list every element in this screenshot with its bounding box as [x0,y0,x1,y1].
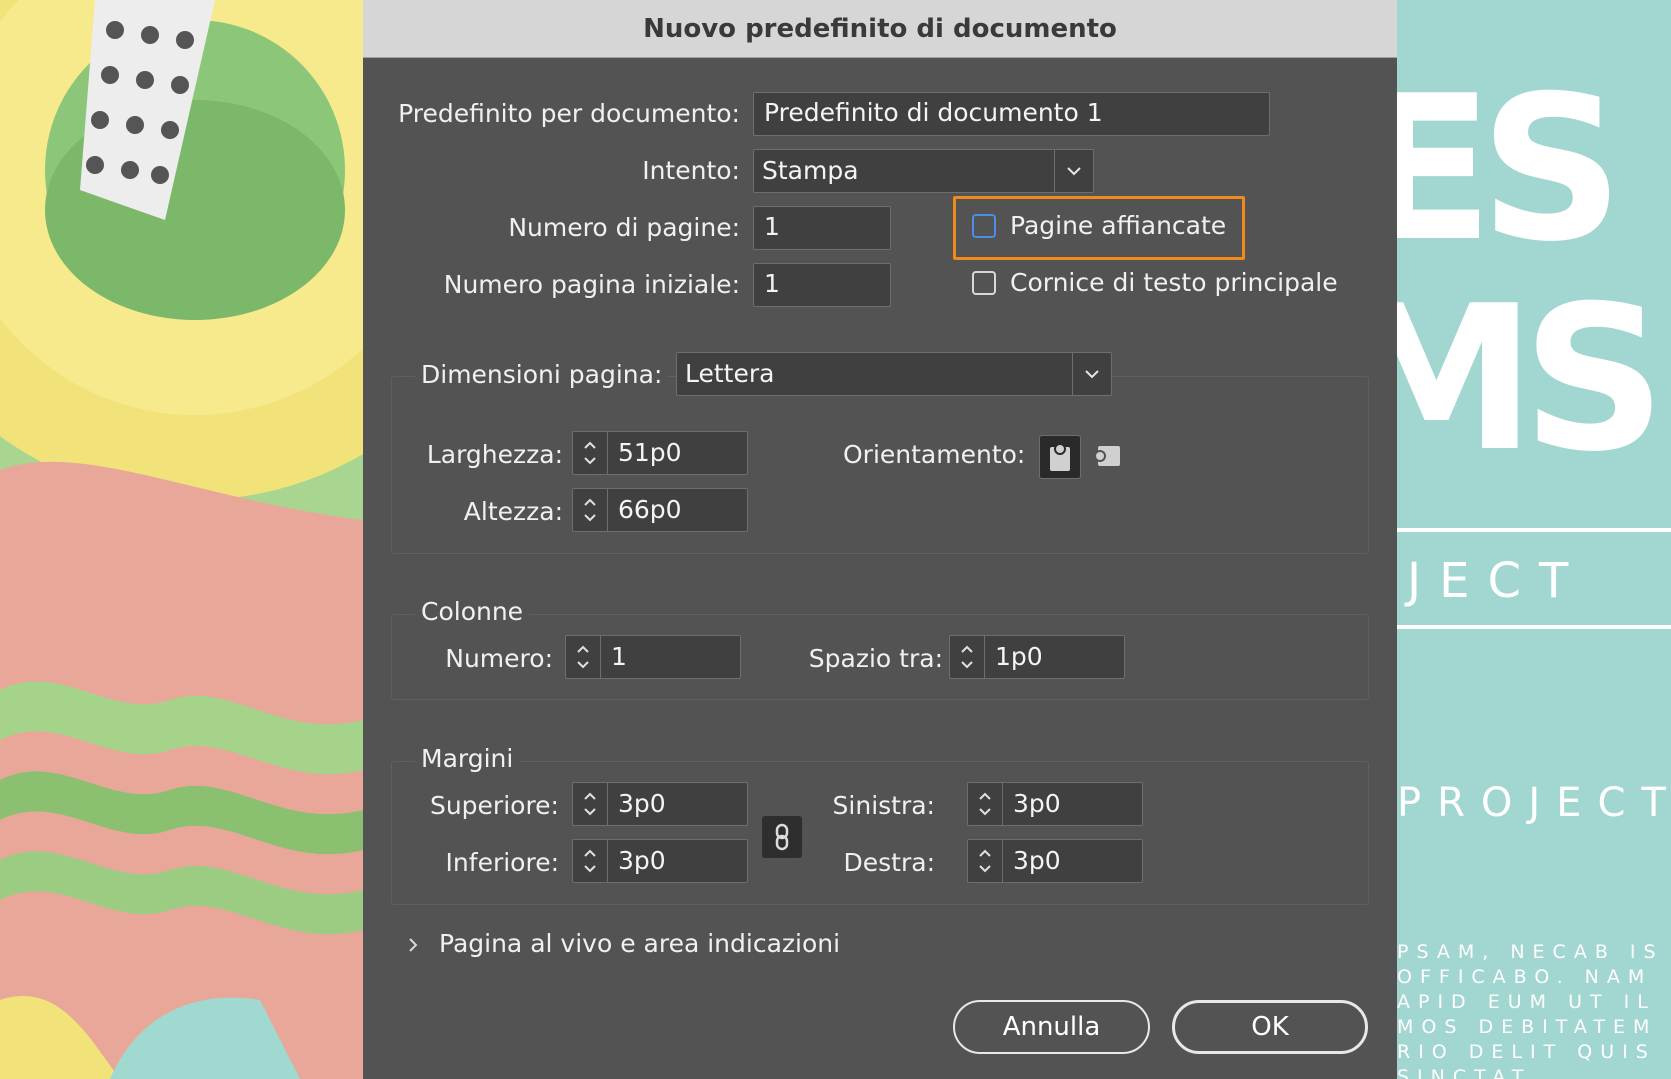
poster-subtitle: JECT [1407,553,1587,609]
margin-right-input[interactable]: 3p0 [1003,839,1143,883]
width-label: Larghezza: [426,440,563,469]
poster-body-text: PSAM, NECAB IS OFFICABO. NAM APID EUM UT… [1397,941,1664,1079]
bleed-slug-disclosure[interactable]: Pagina al vivo e area indicazioni [439,929,840,959]
columns-number-stepper[interactable]: 1 [565,635,741,679]
gutter-stepper[interactable]: 1p0 [949,635,1125,679]
margin-top-input[interactable]: 3p0 [608,782,748,826]
preset-label: Predefinito per documento: [398,99,740,128]
poster-headline-line2: MS [1397,263,1666,496]
margin-bottom-label: Inferiore: [445,848,559,877]
facing-pages-checkbox[interactable] [972,214,996,238]
landscape-orientation-icon[interactable] [1087,435,1127,477]
stepper-arrows-icon[interactable] [565,635,601,679]
margins-title: Margini [415,744,520,774]
orientation-label: Orientamento: [843,440,1026,469]
columns-title: Colonne [415,597,530,627]
gutter-input[interactable]: 1p0 [985,635,1125,679]
stepper-arrows-icon[interactable] [572,839,608,883]
start-page-input[interactable]: 1 [753,263,891,307]
primary-text-frame-checkbox[interactable] [972,271,996,295]
margin-top-stepper[interactable]: 3p0 [572,782,748,826]
margin-right-stepper[interactable]: 3p0 [967,839,1143,883]
background-artwork-left [0,0,363,1079]
intent-select[interactable]: Stampa [753,149,1094,193]
height-label: Altezza: [463,497,563,526]
preset-name-input[interactable]: Predefinito di documento 1 [753,92,1270,136]
margin-bottom-input[interactable]: 3p0 [608,839,748,883]
portrait-orientation-icon[interactable] [1039,435,1081,479]
chevron-down-icon [1072,353,1111,395]
cancel-button[interactable]: Annulla [953,1000,1150,1054]
page-size-value: Lettera [685,359,775,388]
ok-button[interactable]: OK [1172,1000,1368,1054]
gutter-label: Spazio tra: [808,644,943,673]
num-pages-label: Numero di pagine: [508,213,740,242]
margin-left-input[interactable]: 3p0 [1003,782,1143,826]
start-page-label: Numero pagina iniziale: [443,270,740,299]
poster-divider-2 [1397,625,1671,629]
new-document-preset-dialog: Nuovo predefinito di documento Predefini… [363,0,1397,1079]
intent-label: Intento: [642,156,740,185]
poster-divider [1397,528,1671,532]
poster-headline-line1: ES [1397,53,1624,286]
margin-top-label: Superiore: [429,791,559,820]
page-size-select[interactable]: Lettera [676,352,1112,396]
width-input[interactable]: 51p0 [608,431,748,475]
num-pages-input[interactable]: 1 [753,206,891,250]
primary-text-frame-label[interactable]: Cornice di testo principale [1010,268,1338,298]
dialog-titlebar: Nuovo predefinito di documento [363,0,1397,58]
intent-value: Stampa [762,156,859,185]
stepper-arrows-icon[interactable] [572,782,608,826]
stepper-arrows-icon[interactable] [967,782,1003,826]
stepper-arrows-icon[interactable] [967,839,1003,883]
margins-group [391,761,1369,905]
facing-pages-label[interactable]: Pagine affiancate [1010,211,1226,241]
width-stepper[interactable]: 51p0 [572,431,748,475]
stepper-arrows-icon[interactable] [572,431,608,475]
abstract-shapes-illustration [0,0,363,1079]
stepper-arrows-icon[interactable] [572,488,608,532]
margin-left-label: Sinistra: [832,791,935,820]
dialog-title: Nuovo predefinito di documento [643,13,1117,44]
stepper-arrows-icon[interactable] [949,635,985,679]
columns-number-input[interactable]: 1 [601,635,741,679]
chevron-right-icon[interactable] [407,930,427,960]
chevron-down-icon [1054,150,1093,192]
margin-left-stepper[interactable]: 3p0 [967,782,1143,826]
columns-number-label: Numero: [445,644,553,673]
height-stepper[interactable]: 66p0 [572,488,748,532]
background-poster-right: ES MS JECT PROJECT PSAM, NECAB IS OFFICA… [1397,0,1671,1079]
margin-bottom-stepper[interactable]: 3p0 [572,839,748,883]
page-size-label: Dimensioni pagina: [415,360,669,390]
height-input[interactable]: 66p0 [608,488,748,532]
poster-subtitle-2: PROJECT [1397,780,1671,826]
margin-right-label: Destra: [843,848,935,877]
